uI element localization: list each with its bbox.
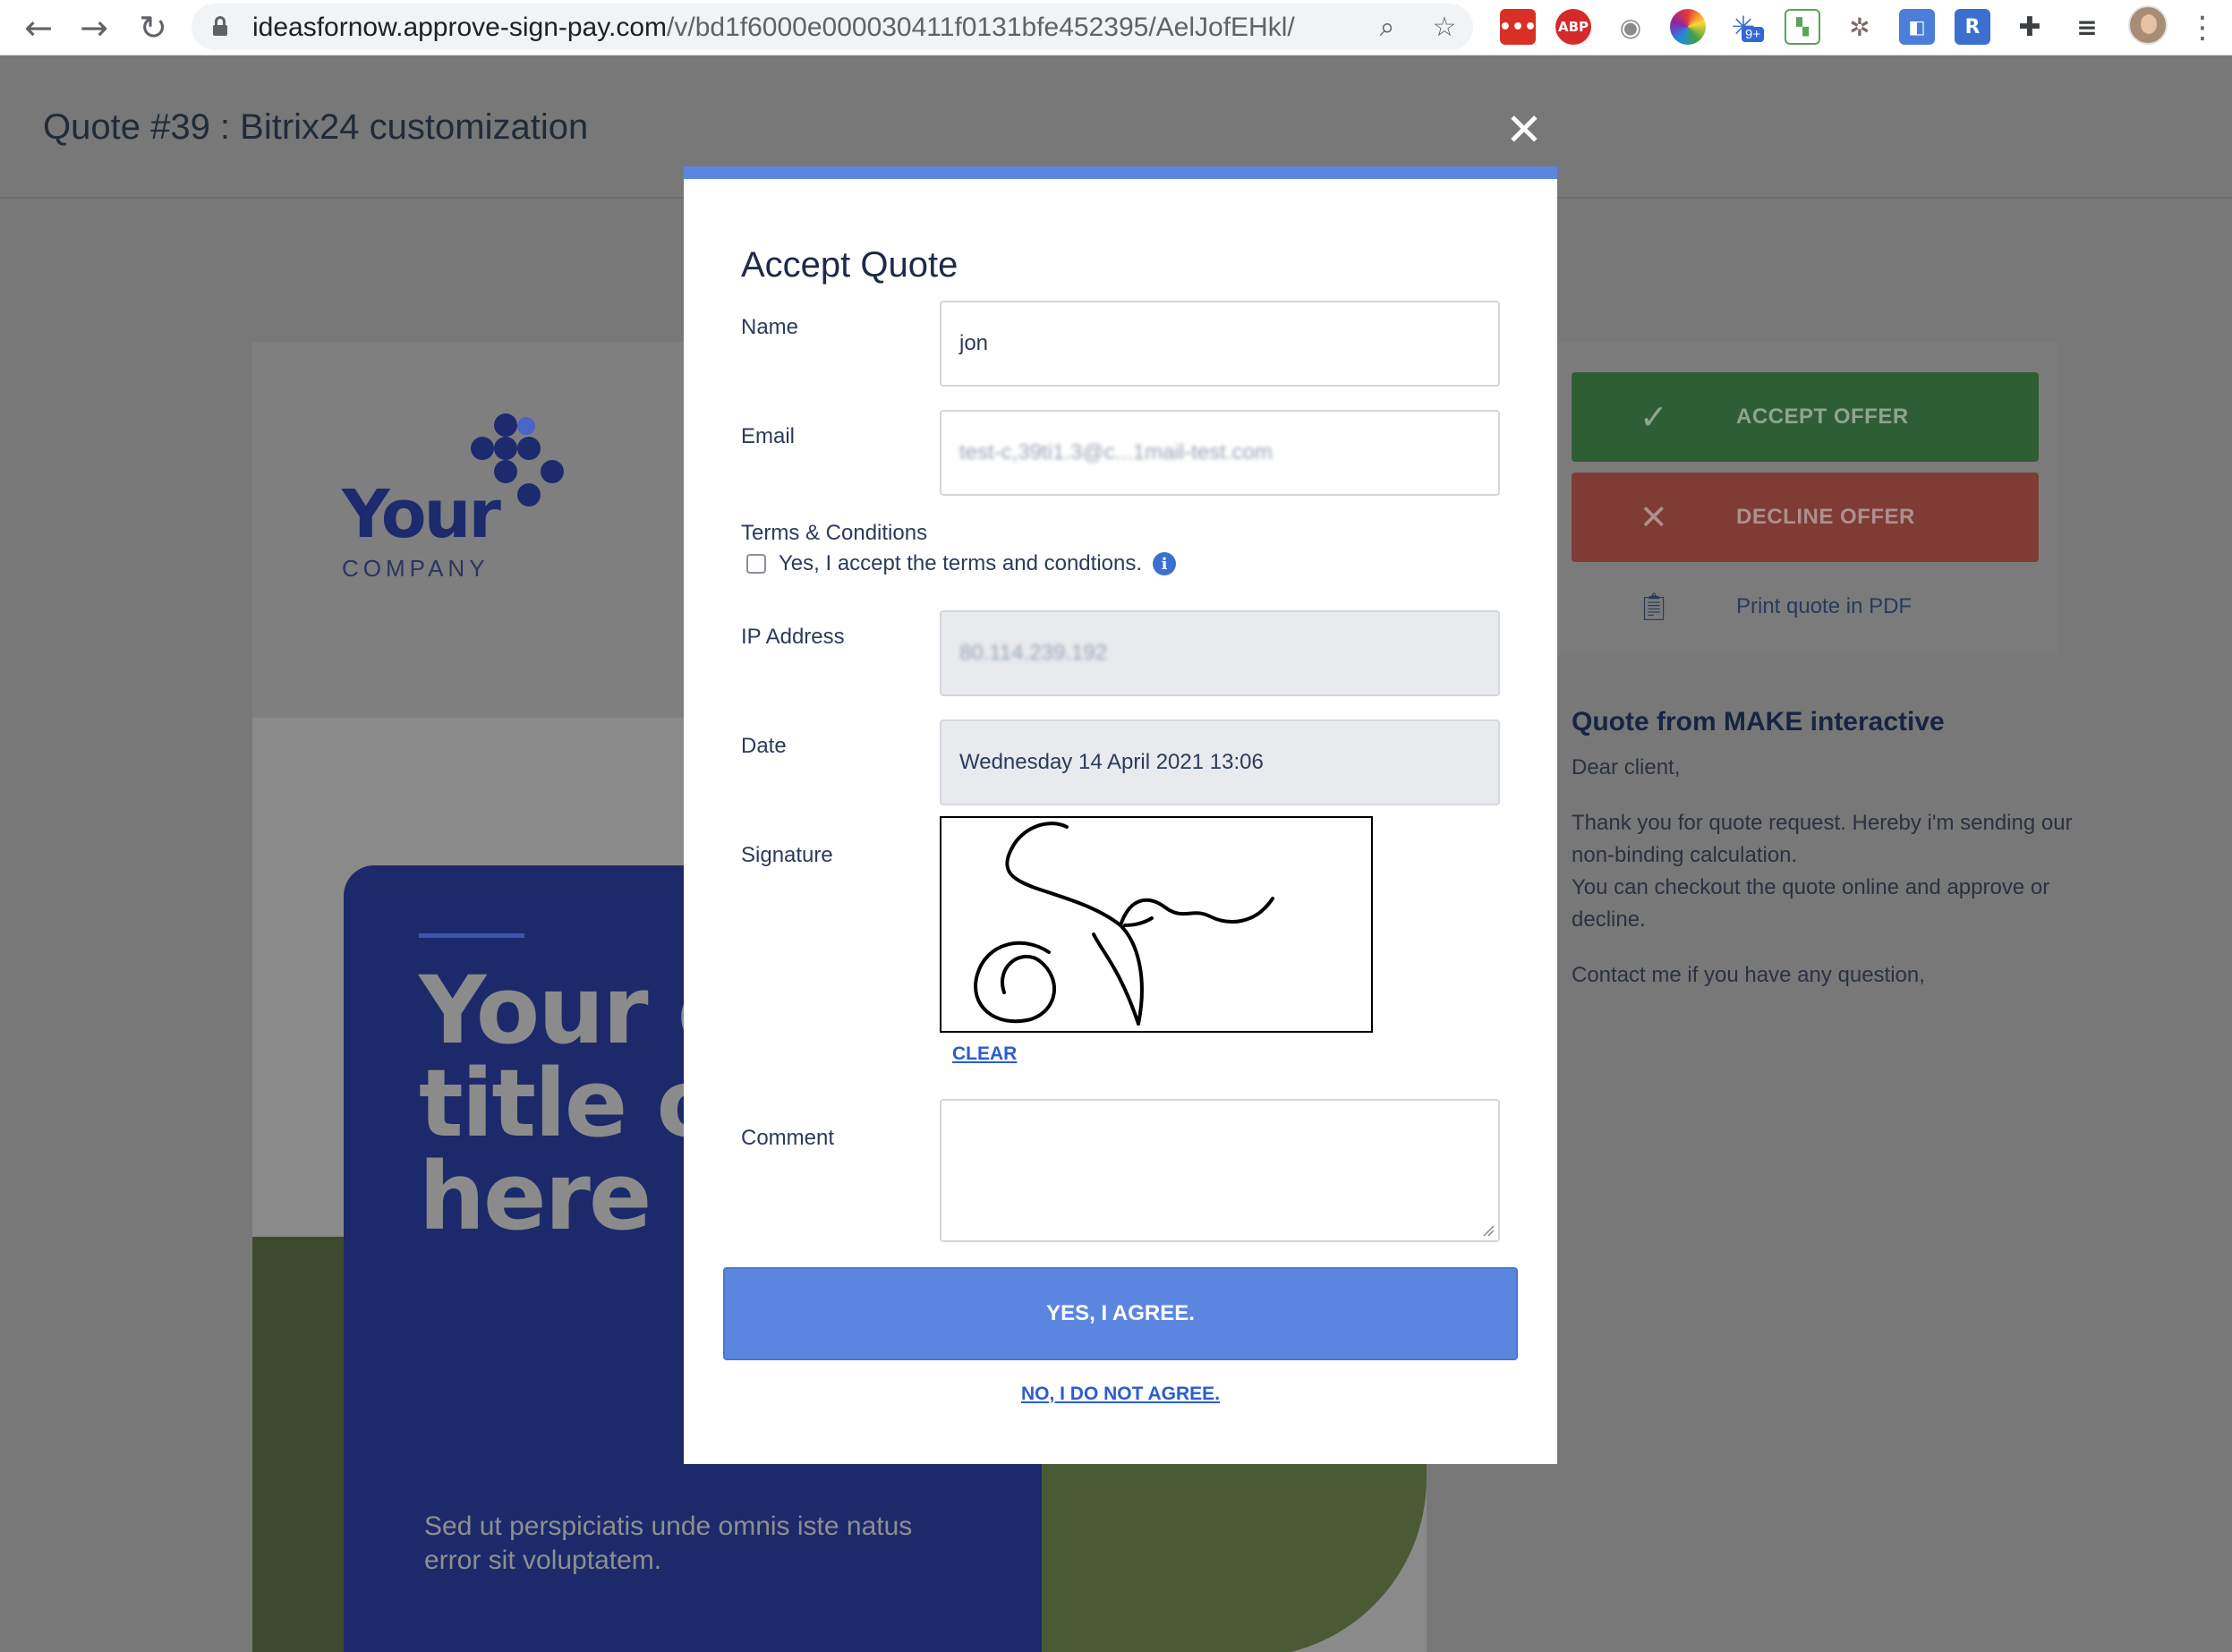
adblock-icon[interactable]: ABP <box>1555 9 1591 45</box>
ip-address-field: 80.114.239.192 <box>940 610 1500 696</box>
color-wheel-icon[interactable] <box>1670 9 1706 45</box>
action-sidebar: ✓ ACCEPT OFFER ✕ DECLINE OFFER 📋︎ Print … <box>1557 342 2058 655</box>
browser-toolbar: ← → ↻ ideasfornow.approve-sign-pay.com/v… <box>0 0 2232 55</box>
email-field[interactable]: test-c,39ti1.3@c...1mail-test.com <box>940 410 1500 496</box>
info-icon[interactable]: i <box>1153 552 1177 575</box>
signature-pad[interactable] <box>940 816 1373 1033</box>
name-value: jon <box>959 331 989 355</box>
quote-message: Dear client, Thank you for quote request… <box>1572 752 2073 1015</box>
accept-offer-label: ACCEPT OFFER <box>1736 404 1909 429</box>
page-title: Quote #39 : Bitrix24 customization <box>43 107 589 147</box>
print-pdf-link[interactable]: 📋︎ Print quote in PDF <box>1572 589 2039 625</box>
terms-row: Yes, I accept the terms and condtions. i <box>746 551 1177 576</box>
forward-arrow-icon[interactable]: → <box>72 5 116 50</box>
logo-subtitle: COMPANY <box>342 555 490 582</box>
date-field: Wednesday 14 April 2021 13:06 <box>940 720 1500 805</box>
extension-badge: 9+ <box>1742 27 1765 42</box>
date-value: Wednesday 14 April 2021 13:06 <box>959 750 1264 774</box>
screen-extension-icon[interactable]: ◧ <box>1899 9 1935 45</box>
quote-paragraph: You can checkout the quote online and ap… <box>1572 875 2050 932</box>
back-arrow-icon[interactable]: ← <box>16 5 61 50</box>
decline-offer-button[interactable]: ✕ DECLINE OFFER <box>1572 473 2039 562</box>
bug-icon[interactable]: ✲ <box>1842 9 1878 45</box>
print-pdf-label: Print quote in PDF <box>1736 594 1913 618</box>
accept-offer-button[interactable]: ✓ ACCEPT OFFER <box>1572 372 2039 462</box>
hero-subtitle: Sed ut perspiciatis unde omnis iste natu… <box>424 1511 913 1575</box>
close-modal-icon[interactable]: ✕ <box>1502 104 1546 156</box>
checkmark-icon: ✓ <box>1639 397 1669 437</box>
quote-closing: Contact me if you have any question, <box>1572 963 1925 987</box>
ip-address-label: IP Address <box>741 625 845 649</box>
resize-grip-icon[interactable] <box>1482 1224 1495 1237</box>
address-bar[interactable]: ideasfornow.approve-sign-pay.com/v/bd1f6… <box>192 4 1473 50</box>
avatar[interactable] <box>2128 5 2168 45</box>
signature-label: Signature <box>741 843 833 867</box>
clear-signature-link[interactable]: CLEAR <box>952 1043 1017 1065</box>
lock-icon <box>213 16 227 36</box>
name-label: Name <box>741 315 799 339</box>
yes-agree-button[interactable]: YES, I AGREE. <box>723 1267 1518 1360</box>
x-icon: ✕ <box>1639 498 1669 537</box>
date-label: Date <box>741 734 787 758</box>
logo-mark-icon <box>458 413 566 521</box>
decline-offer-label: DECLINE OFFER <box>1736 505 1915 529</box>
company-logo: Your COMPANY <box>342 413 564 583</box>
star-icon[interactable]: ☆ <box>1427 9 1462 45</box>
clipboard-icon: 📋︎ <box>1636 591 1672 623</box>
zoom-icon[interactable]: ⌕ <box>1369 9 1405 45</box>
accept-quote-modal: Accept Quote Name jon Email test-c,39ti1… <box>684 166 1557 1464</box>
puzzle-icon[interactable]: ✚ <box>2012 9 2048 45</box>
playlist-icon[interactable]: ≡ <box>2069 9 2105 45</box>
photo-greenery <box>252 1237 351 1652</box>
terms-checkbox[interactable] <box>746 554 766 574</box>
email-value: test-c,39ti1.3@c...1mail-test.com <box>959 440 1273 464</box>
name-field[interactable]: jon <box>940 301 1500 387</box>
email-label: Email <box>741 424 796 448</box>
quote-heading: Quote from MAKE interactive <box>1572 707 1945 737</box>
signature-drawing <box>974 822 1274 1026</box>
quote-paragraph: Thank you for quote request. Hereby i'm … <box>1572 811 2073 867</box>
reload-icon[interactable]: ↻ <box>131 5 175 50</box>
r-extension-icon[interactable]: R <box>1955 9 1990 45</box>
comment-textarea[interactable] <box>940 1099 1500 1242</box>
no-disagree-link[interactable]: NO, I DO NOT AGREE. <box>684 1384 1557 1405</box>
grid-extension-icon[interactable]: ▚ <box>1785 9 1820 45</box>
no-disagree-label[interactable]: NO, I DO NOT AGREE. <box>1021 1384 1220 1404</box>
terms-heading: Terms & Conditions <box>741 521 928 545</box>
camera-icon[interactable]: ◉ <box>1613 9 1648 45</box>
ip-address-value: 80.114.239.192 <box>959 641 1108 665</box>
terms-checkbox-label[interactable]: Yes, I accept the terms and condtions. <box>779 551 1142 576</box>
comment-label: Comment <box>741 1126 835 1150</box>
url-text: ideasfornow.approve-sign-pay.com/v/bd1f6… <box>252 13 1295 42</box>
hero-rule <box>419 933 524 938</box>
modal-title: Accept Quote <box>741 245 958 285</box>
extension-dots-icon[interactable]: ••• <box>1499 9 1537 45</box>
yes-agree-label: YES, I AGREE. <box>1046 1301 1195 1325</box>
menu-dots-icon[interactable]: ⋮ <box>2180 5 2225 50</box>
quote-greeting: Dear client, <box>1572 755 1681 779</box>
